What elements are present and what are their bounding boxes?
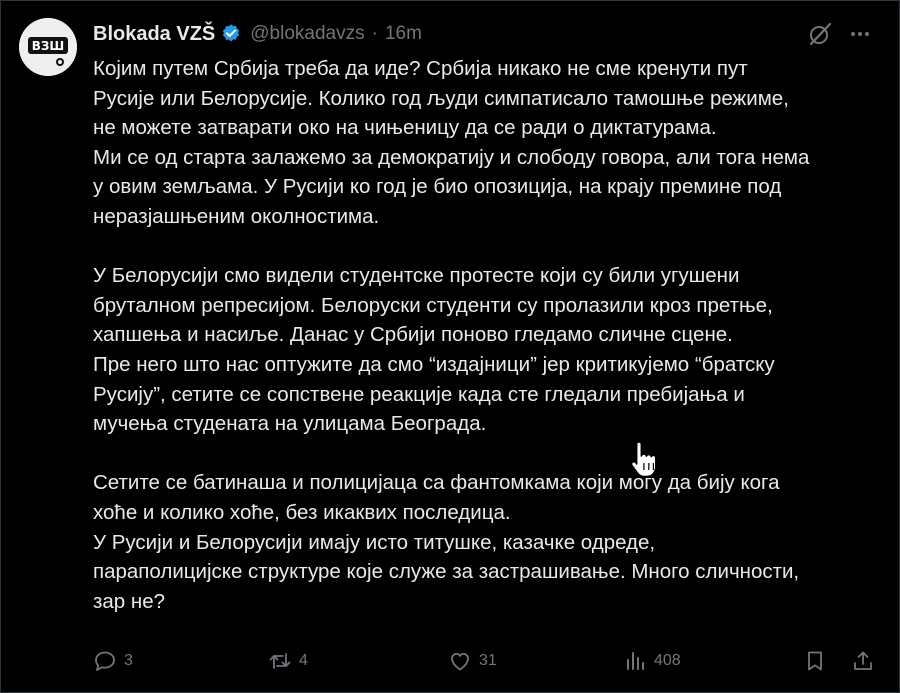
share-button[interactable] (851, 647, 875, 675)
tweet-card[interactable]: ВЗШ Blokada VZŠ @blokadavzs · 16m Којим … (0, 0, 900, 693)
reply-button[interactable]: 3 (93, 647, 133, 675)
bookmark-icon (808, 651, 822, 671)
bookmark-button[interactable] (803, 647, 827, 675)
verified-badge-icon[interactable] (220, 23, 242, 45)
timestamp[interactable]: 16m (385, 23, 422, 45)
like-button[interactable]: 31 (448, 647, 497, 675)
hand-cursor-icon (630, 441, 657, 478)
tweet-header: Blokada VZŠ @blokadavzs · 16m (93, 20, 422, 48)
retweet-button[interactable]: 4 (268, 647, 308, 675)
share-icon (854, 651, 872, 670)
like-count: 31 (479, 652, 497, 669)
avatar-logo-icon: ВЗШ (19, 18, 77, 76)
tweet-text: Којим путем Србија треба да иде? Србија … (93, 57, 810, 613)
heart-icon (451, 653, 469, 671)
more-icon[interactable] (846, 21, 874, 47)
separator-dot: · (371, 23, 378, 44)
views-icon (627, 652, 644, 670)
retweet-icon (269, 653, 291, 669)
reply-count: 3 (124, 652, 133, 669)
avatar[interactable]: ВЗШ (19, 18, 77, 76)
display-name[interactable]: Blokada VZŠ (93, 23, 215, 46)
avatar-logo-text: ВЗШ (32, 39, 65, 53)
reply-icon (95, 651, 115, 671)
views-count: 408 (654, 652, 681, 669)
retweet-count: 4 (299, 652, 308, 669)
user-handle[interactable]: @blokadavzs (250, 23, 364, 45)
tweet-actions: 3 4 31 408 (93, 647, 879, 675)
views-button[interactable]: 408 (623, 647, 681, 675)
grok-icon[interactable] (807, 21, 833, 47)
